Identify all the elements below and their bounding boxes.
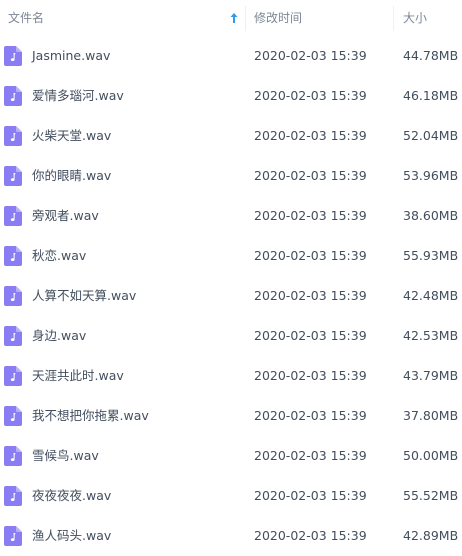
- file-modified-date: 2020-02-03 15:39: [254, 208, 367, 223]
- file-size: 52.04MB: [403, 128, 459, 143]
- music-file-icon: [4, 46, 22, 66]
- file-name[interactable]: Jasmine.wav: [32, 36, 110, 76]
- file-size: 37.80MB: [403, 408, 459, 423]
- file-size: 44.78MB: [403, 48, 459, 63]
- file-row[interactable]: 夜夜夜夜.wav 2020-02-03 15:39 55.52MB: [0, 476, 462, 516]
- file-row[interactable]: 秋恋.wav 2020-02-03 15:39 55.93MB: [0, 236, 462, 276]
- music-file-icon: [4, 406, 22, 426]
- file-name[interactable]: 夜夜夜夜.wav: [32, 476, 111, 516]
- music-file-icon: [4, 126, 22, 146]
- file-rows: Jasmine.wav 2020-02-03 15:39 44.78MB 爱情多瑙河.…: [0, 36, 462, 556]
- file-modified-date: 2020-02-03 15:39: [254, 368, 367, 383]
- file-modified-date: 2020-02-03 15:39: [254, 448, 367, 463]
- file-modified-date: 2020-02-03 15:39: [254, 168, 367, 183]
- file-modified-date: 2020-02-03 15:39: [254, 408, 367, 423]
- music-file-icon: [4, 246, 22, 266]
- file-modified-date: 2020-02-03 15:39: [254, 328, 367, 343]
- file-name[interactable]: 旁观者.wav: [32, 196, 99, 236]
- file-modified-date: 2020-02-03 15:39: [254, 488, 367, 503]
- file-list-header: 文件名 修改时间 大小: [0, 0, 462, 36]
- file-row[interactable]: 渔人码头.wav 2020-02-03 15:39 42.89MB: [0, 516, 462, 556]
- file-row[interactable]: 人算不如天算.wav 2020-02-03 15:39 42.48MB: [0, 276, 462, 316]
- file-row[interactable]: 身边.wav 2020-02-03 15:39 42.53MB: [0, 316, 462, 356]
- file-modified-date: 2020-02-03 15:39: [254, 128, 367, 143]
- file-size: 42.89MB: [403, 528, 459, 543]
- file-modified-date: 2020-02-03 15:39: [254, 48, 367, 63]
- file-name[interactable]: 秋恋.wav: [32, 236, 86, 276]
- file-name[interactable]: 雪候鸟.wav: [32, 436, 99, 476]
- column-header-size[interactable]: 大小: [394, 0, 462, 36]
- file-name[interactable]: 身边.wav: [32, 316, 86, 356]
- music-file-icon: [4, 286, 22, 306]
- file-row[interactable]: 火柴天堂.wav 2020-02-03 15:39 52.04MB: [0, 116, 462, 156]
- file-list: 文件名 修改时间 大小 Jasmine.wav 2020-02-03 15:39 4…: [0, 0, 462, 553]
- file-size: 38.60MB: [403, 208, 459, 223]
- music-file-icon: [4, 166, 22, 186]
- file-modified-date: 2020-02-03 15:39: [254, 248, 367, 263]
- file-row[interactable]: Jasmine.wav 2020-02-03 15:39 44.78MB: [0, 36, 462, 76]
- file-row[interactable]: 你的眼睛.wav 2020-02-03 15:39 53.96MB: [0, 156, 462, 196]
- file-row[interactable]: 天涯共此时.wav 2020-02-03 15:39 43.79MB: [0, 356, 462, 396]
- file-name[interactable]: 渔人码头.wav: [32, 516, 111, 556]
- music-file-icon: [4, 486, 22, 506]
- music-file-icon: [4, 526, 22, 546]
- file-modified-date: 2020-02-03 15:39: [254, 528, 367, 543]
- file-size: 55.52MB: [403, 488, 459, 503]
- file-name[interactable]: 爱情多瑙河.wav: [32, 76, 124, 116]
- file-row[interactable]: 雪候鸟.wav 2020-02-03 15:39 50.00MB: [0, 436, 462, 476]
- file-name[interactable]: 你的眼睛.wav: [32, 156, 111, 196]
- file-size: 43.79MB: [403, 368, 459, 383]
- music-file-icon: [4, 326, 22, 346]
- arrow-up-icon[interactable]: [230, 12, 238, 24]
- file-size: 55.93MB: [403, 248, 459, 263]
- file-size: 42.53MB: [403, 328, 459, 343]
- music-file-icon: [4, 366, 22, 386]
- column-header-name[interactable]: 文件名: [0, 0, 245, 36]
- file-name[interactable]: 我不想把你拖累.wav: [32, 396, 149, 436]
- file-size: 53.96MB: [403, 168, 459, 183]
- file-row[interactable]: 旁观者.wav 2020-02-03 15:39 38.60MB: [0, 196, 462, 236]
- file-size: 50.00MB: [403, 448, 459, 463]
- column-header-modified[interactable]: 修改时间: [246, 0, 393, 36]
- file-name[interactable]: 天涯共此时.wav: [32, 356, 124, 396]
- music-file-icon: [4, 446, 22, 466]
- file-row[interactable]: 我不想把你拖累.wav 2020-02-03 15:39 37.80MB: [0, 396, 462, 436]
- music-file-icon: [4, 86, 22, 106]
- file-name[interactable]: 火柴天堂.wav: [32, 116, 111, 156]
- file-modified-date: 2020-02-03 15:39: [254, 88, 367, 103]
- music-file-icon: [4, 206, 22, 226]
- file-modified-date: 2020-02-03 15:39: [254, 288, 367, 303]
- file-name[interactable]: 人算不如天算.wav: [32, 276, 136, 316]
- file-row[interactable]: 爱情多瑙河.wav 2020-02-03 15:39 46.18MB: [0, 76, 462, 116]
- file-size: 46.18MB: [403, 88, 459, 103]
- file-size: 42.48MB: [403, 288, 459, 303]
